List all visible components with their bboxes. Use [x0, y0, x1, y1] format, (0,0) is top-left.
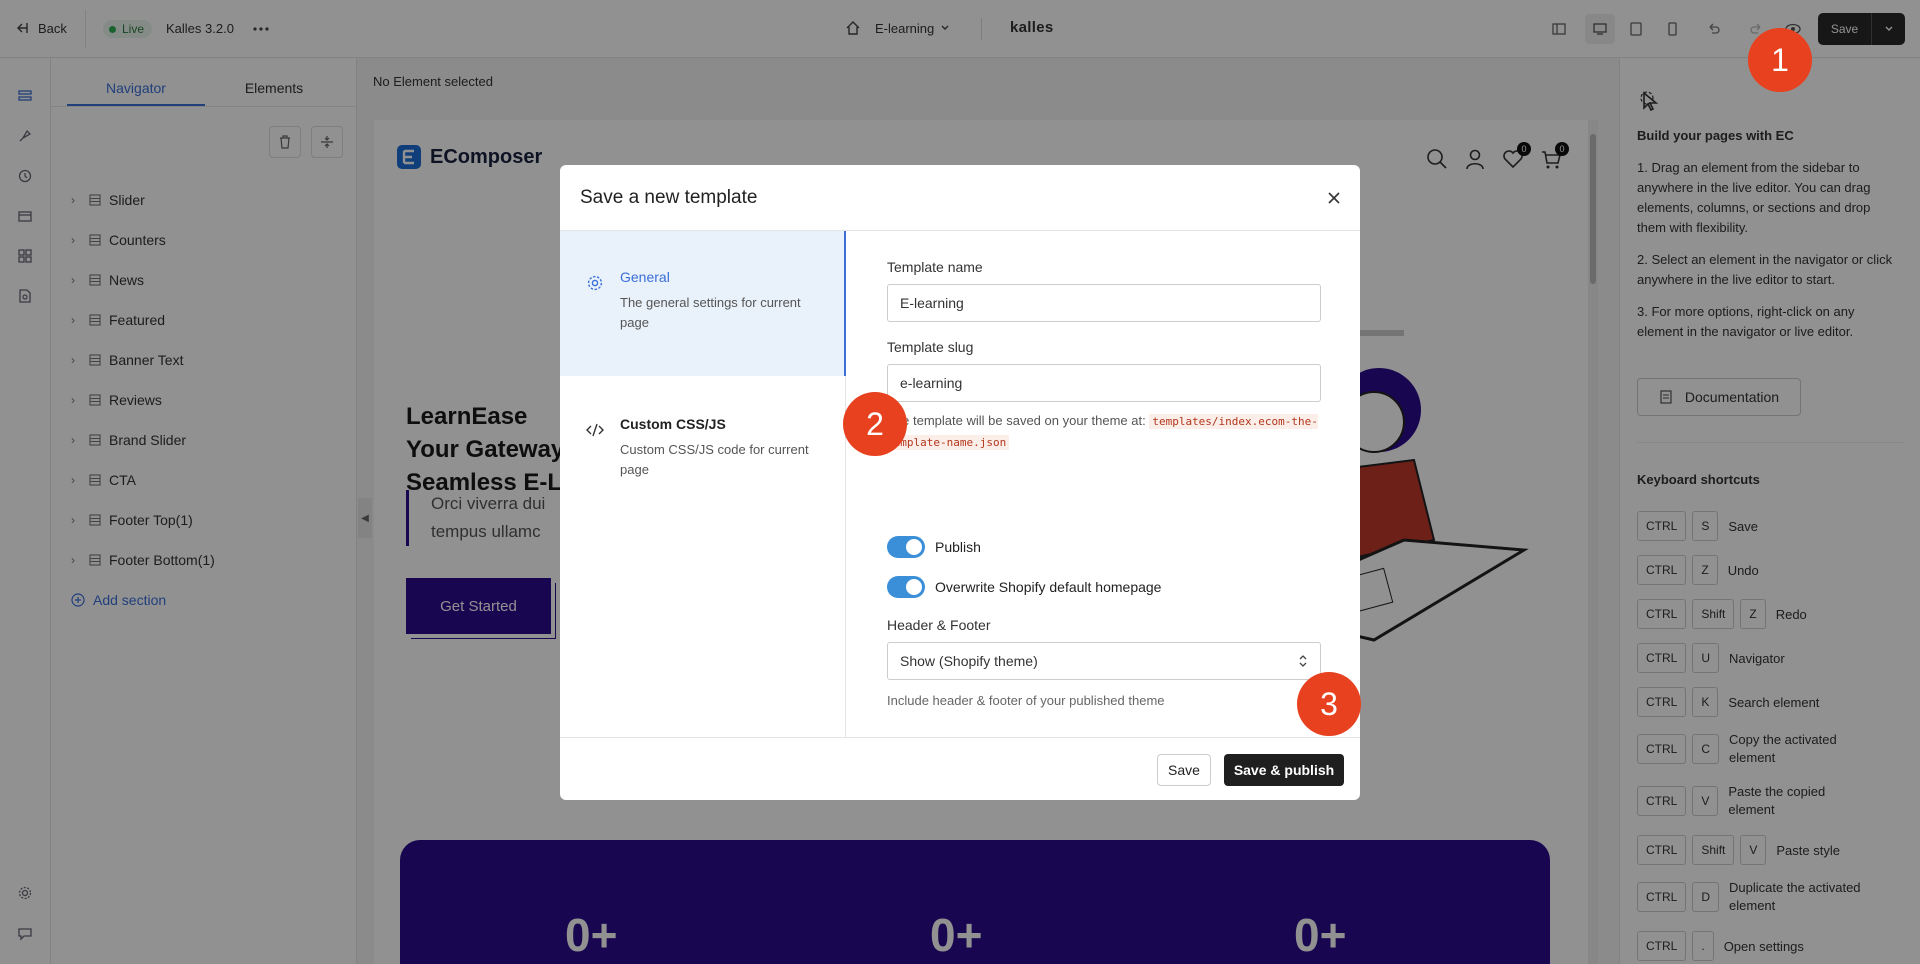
save-template-dialog: Save a new template General The general … — [560, 165, 1360, 800]
tab-custom-css-js[interactable]: Custom CSS/JS Custom CSS/JS code for cur… — [560, 376, 846, 521]
dialog-title: Save a new template — [560, 165, 1360, 231]
annotation-badge-1: 1 — [1748, 28, 1812, 92]
header-footer-label: Header & Footer — [887, 617, 991, 633]
gear-icon — [586, 274, 604, 292]
publish-options-highlight: Publish Overwrite Shopify default homepa… — [883, 523, 1183, 613]
save-path-note: The template will be saved on your theme… — [887, 413, 1318, 450]
publish-switch[interactable] — [887, 536, 925, 558]
code-icon — [586, 421, 604, 439]
annotation-badge-2: 2 — [843, 392, 907, 456]
overwrite-switch[interactable] — [887, 576, 925, 598]
dialog-sidebar: General The general settings for current… — [560, 231, 846, 737]
annotation-badge-3: 3 — [1297, 672, 1361, 736]
save-button[interactable]: Save — [1157, 754, 1211, 786]
template-slug-input[interactable]: e-learning — [887, 364, 1321, 402]
template-name-input[interactable]: E-learning — [887, 284, 1321, 322]
select-arrows-icon — [1298, 643, 1308, 679]
close-icon[interactable] — [1323, 187, 1345, 209]
publish-toggle[interactable]: Publish — [887, 527, 981, 567]
header-footer-select[interactable]: Show (Shopify theme) — [887, 642, 1321, 680]
save-and-publish-button[interactable]: Save & publish — [1224, 754, 1344, 786]
tab-general[interactable]: General The general settings for current… — [560, 231, 846, 376]
template-name-label: Template name — [887, 259, 983, 275]
template-slug-label: Template slug — [887, 339, 974, 355]
header-footer-help: Include header & footer of your publishe… — [887, 693, 1165, 708]
dialog-footer: Save Save & publish — [560, 737, 1360, 800]
overwrite-homepage-toggle[interactable]: Overwrite Shopify default homepage — [887, 567, 1161, 607]
